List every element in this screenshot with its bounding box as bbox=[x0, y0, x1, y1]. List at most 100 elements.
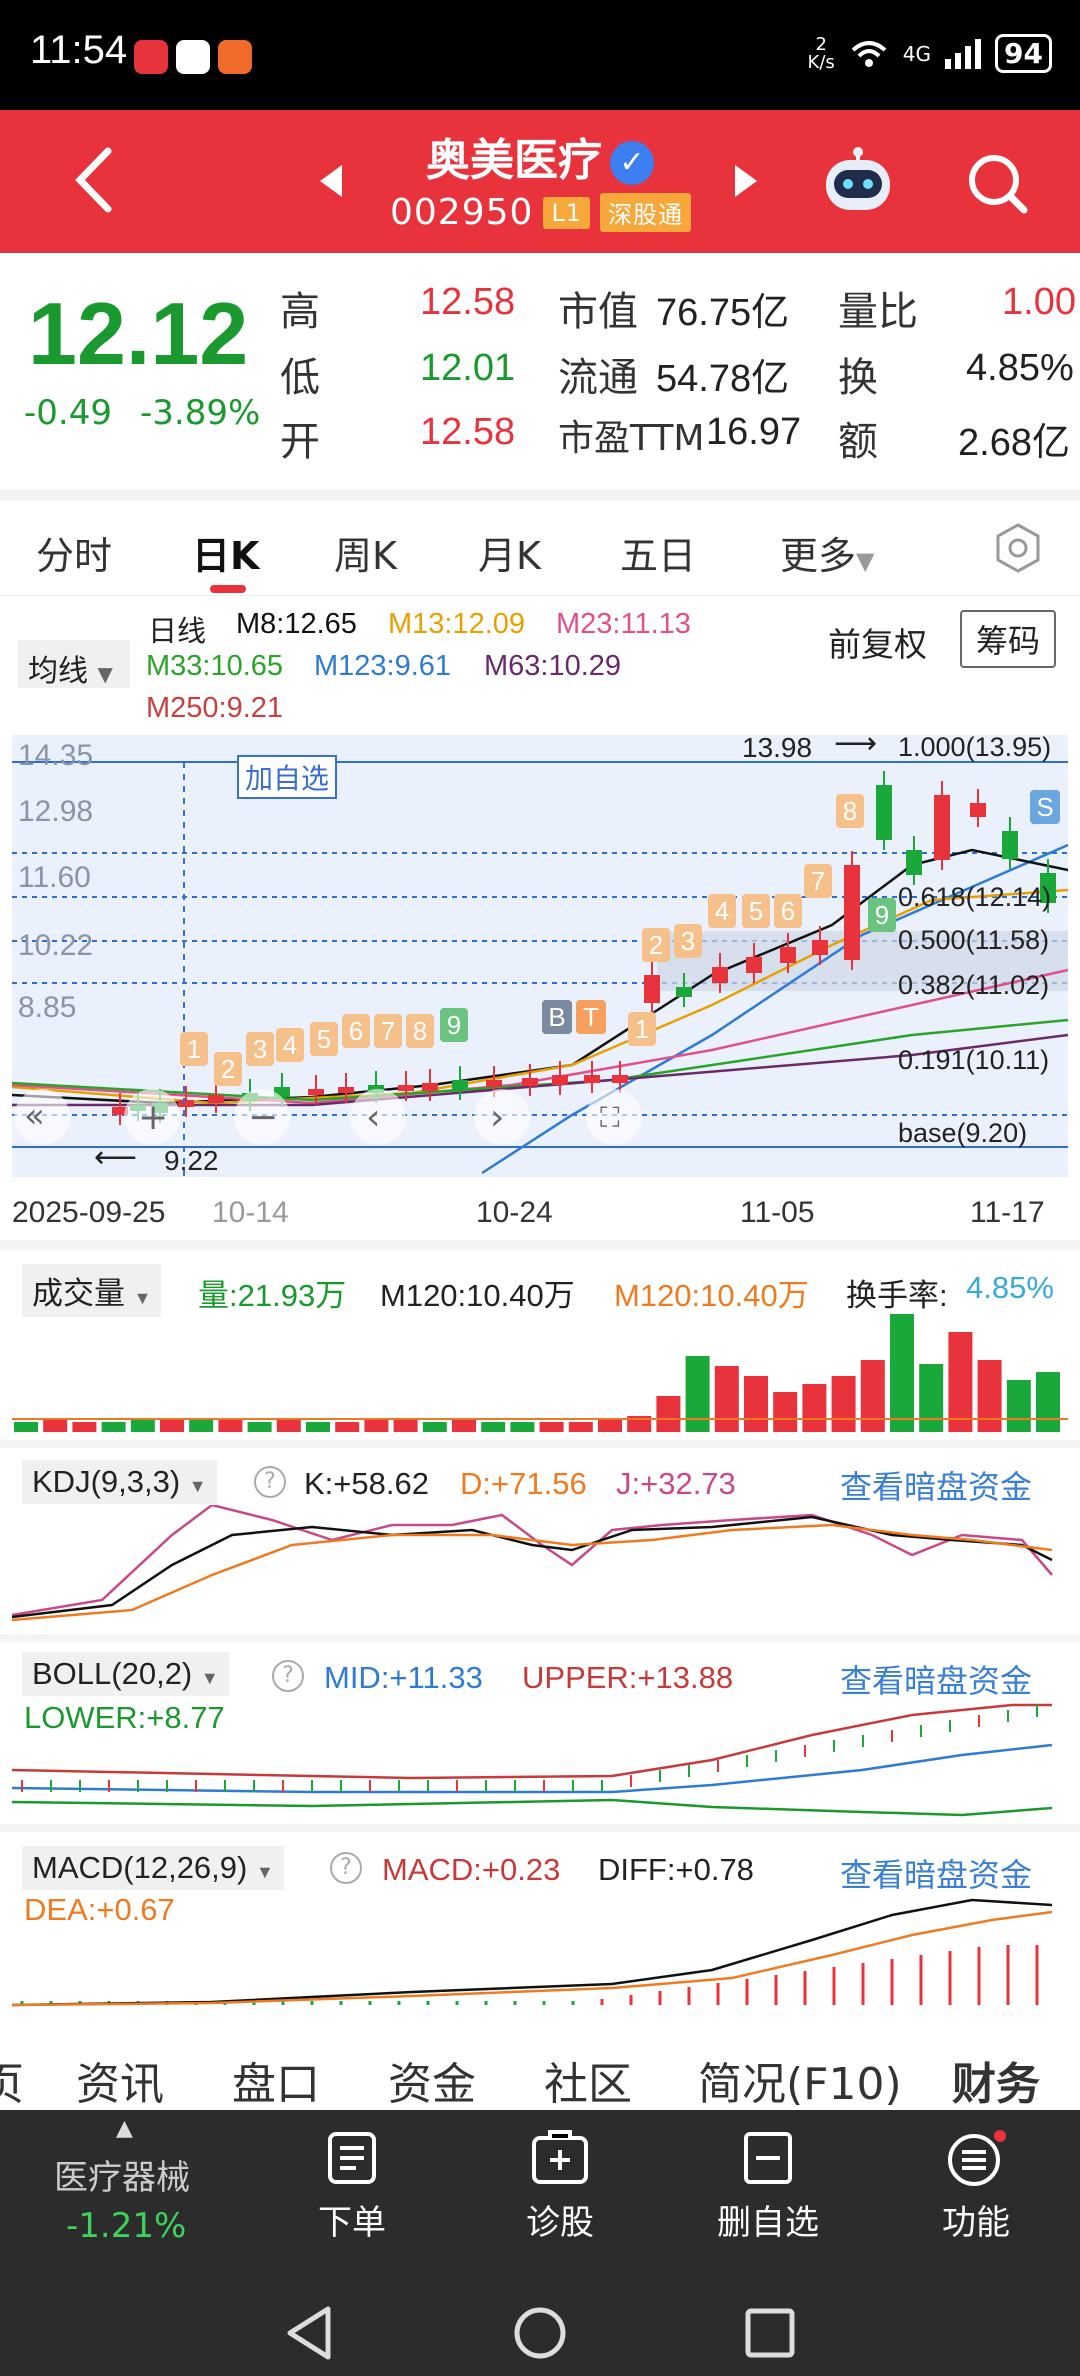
signal-badge: 3 bbox=[674, 924, 702, 958]
footer-tab-orderbook[interactable]: 盘口 bbox=[232, 2048, 320, 2110]
system-home-icon[interactable] bbox=[512, 2305, 568, 2361]
kdj-d: D:+71.56 bbox=[460, 1466, 587, 1501]
kdj-dark-pool-link[interactable]: 查看暗盘资金 bbox=[840, 1462, 1032, 1508]
trade-signal-badge: T bbox=[576, 1000, 606, 1034]
remove-watch-button[interactable]: 删自选 bbox=[698, 2130, 838, 2244]
candle-body bbox=[644, 975, 660, 1003]
value-mktcap: 76.75亿 bbox=[656, 292, 790, 334]
add-watch-tag[interactable]: 加自选 bbox=[237, 755, 338, 799]
remove-watch-label: 删自选 bbox=[717, 2203, 819, 2243]
volume-bar bbox=[890, 1314, 914, 1432]
level-tag: L1 bbox=[543, 196, 591, 229]
tab-weekly-k[interactable]: 周K bbox=[334, 525, 397, 580]
candle-body bbox=[746, 957, 762, 973]
battery-icon: 94 bbox=[995, 34, 1052, 73]
footer-tab-f10[interactable]: 简况(F10) bbox=[698, 2048, 902, 2110]
adjust-mode-button[interactable]: 前复权 bbox=[828, 618, 927, 666]
ma-m33: M33:10.65 bbox=[146, 650, 284, 682]
volume-bar bbox=[860, 1360, 885, 1432]
kdj-chart[interactable] bbox=[12, 1505, 1068, 1625]
volume-bar bbox=[1006, 1380, 1031, 1432]
macd-chart[interactable] bbox=[12, 1880, 1068, 2010]
signal-badge: 1 bbox=[628, 1012, 656, 1046]
app-icon-1 bbox=[134, 40, 168, 74]
system-back-icon[interactable] bbox=[284, 2305, 334, 2361]
settings-icon[interactable] bbox=[992, 522, 1044, 574]
chips-button[interactable]: 筹码 bbox=[960, 610, 1057, 668]
kdj-j: J:+32.73 bbox=[616, 1466, 736, 1501]
footer-tab-news[interactable]: 资讯 bbox=[76, 2048, 164, 2110]
turnover-label: 换手率: bbox=[846, 1278, 948, 1313]
trade-signal-badge: B bbox=[542, 1000, 572, 1034]
tab-daily-k[interactable]: 日K bbox=[192, 525, 259, 580]
minus-icon: − bbox=[248, 1097, 278, 1138]
separator bbox=[0, 1634, 1080, 1642]
ma-select[interactable]: 均线 ▼ bbox=[18, 640, 130, 689]
boll-chart[interactable] bbox=[12, 1690, 1068, 1820]
system-recents-icon[interactable] bbox=[744, 2307, 796, 2359]
signal-badge: 6 bbox=[774, 894, 802, 928]
chevron-down-icon: ▼ bbox=[200, 1668, 219, 1688]
x-label-3: 11-05 bbox=[740, 1196, 815, 1229]
fib-base: base(9.20) bbox=[898, 1118, 1028, 1148]
order-button[interactable]: 下单 bbox=[282, 2130, 422, 2244]
candle-body bbox=[338, 1087, 354, 1093]
value-amount: 2.68亿 bbox=[958, 422, 1070, 464]
search-icon[interactable] bbox=[964, 150, 1030, 216]
ma-m63: M63:10.29 bbox=[484, 650, 622, 682]
separator bbox=[0, 1824, 1080, 1832]
status-bar: 11:54 2 K/s 4G 94 bbox=[0, 0, 1080, 110]
signal-badge: 7 bbox=[804, 864, 832, 898]
macd-diff-line bbox=[12, 1898, 1053, 2007]
chevron-right-icon: › bbox=[490, 1097, 504, 1138]
candle-body bbox=[208, 1095, 224, 1103]
tab-intraday[interactable]: 分时 bbox=[36, 525, 112, 580]
footer-tab-funds[interactable]: 资金 bbox=[388, 2048, 476, 2110]
volume-bar bbox=[335, 1422, 360, 1432]
signal-badge: 9 bbox=[440, 1008, 468, 1042]
robot-assistant-icon[interactable] bbox=[820, 146, 896, 216]
sector-name[interactable]: 医疗器械 bbox=[54, 2150, 190, 2199]
fullscreen-icon: ⛶ bbox=[600, 1101, 620, 1134]
function-button[interactable]: 功能 bbox=[906, 2130, 1046, 2244]
signal-badge: 7 bbox=[374, 1014, 402, 1048]
next-stock-icon[interactable] bbox=[735, 165, 757, 197]
ma-m250: M250:9.21 bbox=[146, 692, 284, 724]
candle-body bbox=[876, 785, 892, 840]
stock-code-row: 002950 L1 深股通 bbox=[390, 192, 692, 233]
label-vol-ratio: 量比 bbox=[838, 289, 918, 335]
tab-monthly-k[interactable]: 月K bbox=[478, 525, 541, 580]
label-float: 流通 bbox=[558, 355, 638, 401]
volume-chart[interactable] bbox=[12, 1310, 1068, 1435]
stock-title: 奥美医疗 ✓ bbox=[0, 124, 1080, 188]
value-vol-ratio: 1.00 bbox=[1002, 281, 1076, 323]
ma-m23: M23:11.13 bbox=[556, 608, 691, 640]
stock-code: 002950 bbox=[390, 192, 534, 233]
help-icon[interactable]: ? bbox=[254, 1466, 286, 1498]
volume-bar bbox=[510, 1422, 535, 1432]
fib-1000: 1.000(13.95) bbox=[898, 732, 1052, 762]
value-open: 12.58 bbox=[420, 411, 516, 453]
label-mktcap: 市值 bbox=[558, 289, 638, 335]
kdj-select[interactable]: KDJ(9,3,3) ▼ bbox=[22, 1460, 217, 1504]
candle-body bbox=[812, 940, 828, 955]
separator bbox=[0, 1440, 1080, 1448]
trade-signal-badge: S bbox=[1030, 790, 1060, 824]
kline-chart[interactable]: 14.35 12.98 11.60 10.22 8.85 « + − ‹ › ⛶ bbox=[12, 735, 1068, 1177]
tab-more[interactable]: 更多▼ bbox=[780, 525, 874, 580]
diagnose-button[interactable]: 诊股 bbox=[490, 2130, 630, 2244]
help-icon[interactable]: ? bbox=[272, 1660, 304, 1692]
chevron-down-icon: ▼ bbox=[97, 662, 113, 686]
candle-body bbox=[712, 967, 728, 983]
volume-bar bbox=[773, 1392, 798, 1432]
tab-five-day[interactable]: 五日 bbox=[620, 525, 696, 580]
footer-tab-community[interactable]: 社区 bbox=[544, 2048, 632, 2110]
menu-icon bbox=[948, 2130, 1006, 2186]
chevron-left-icon: ‹ bbox=[366, 1097, 380, 1138]
x-label-2: 10-24 bbox=[476, 1196, 553, 1229]
candle-body bbox=[780, 947, 796, 963]
kdj-k: K:+58.62 bbox=[304, 1466, 429, 1501]
volume-bar bbox=[393, 1420, 418, 1432]
signal-badge: 4 bbox=[276, 1028, 304, 1062]
footer-tab-finance[interactable]: 财务 bbox=[952, 2048, 1040, 2110]
